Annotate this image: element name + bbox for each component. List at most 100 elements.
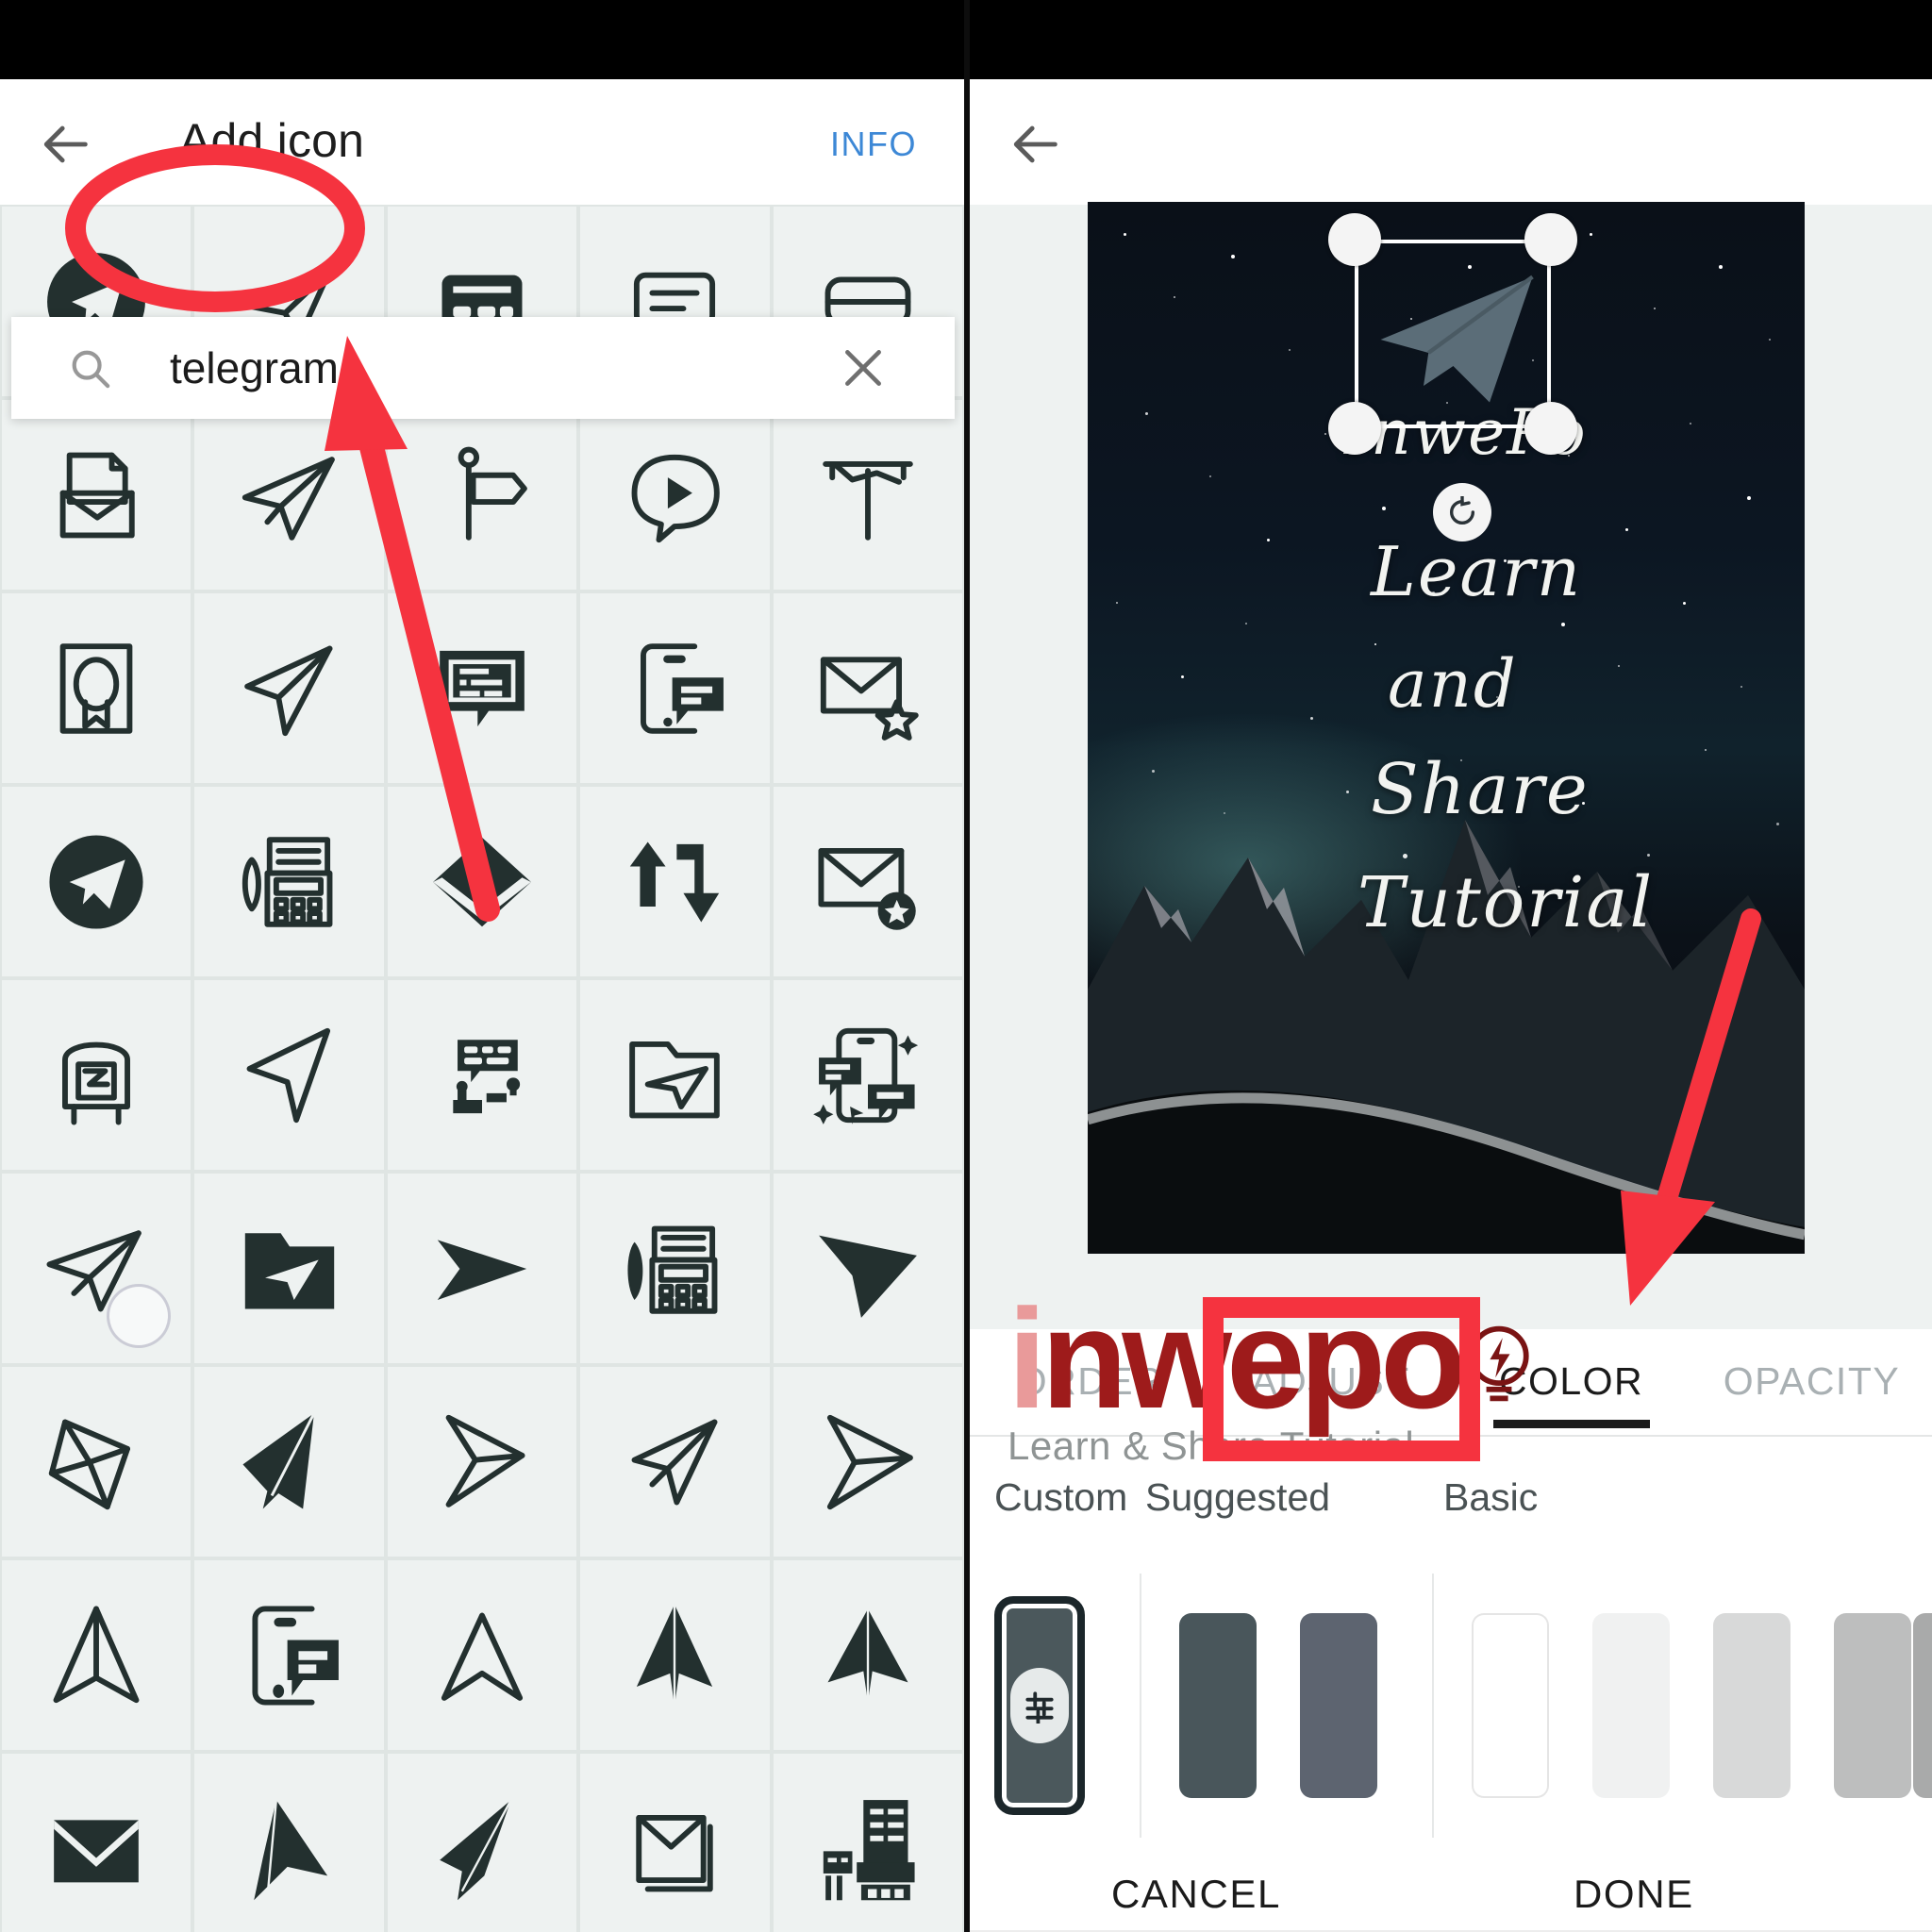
grid-cell[interactable] (387, 1174, 577, 1363)
resize-handle-bottom-left[interactable] (1328, 402, 1381, 455)
swatch-section-labels: Custom Suggested Basic (970, 1475, 1932, 1532)
done-button[interactable]: DONE (1574, 1872, 1694, 1917)
back-arrow-icon[interactable] (1009, 117, 1064, 172)
watermark-brand-initial: i (1008, 1279, 1047, 1438)
grid-cell[interactable] (580, 1174, 770, 1363)
left-appbar: Add icon INFO (0, 79, 964, 205)
grid-cell[interactable] (2, 593, 192, 783)
telegram-circle-dark-icon (49, 834, 143, 929)
grid-cell[interactable] (2, 1754, 192, 1932)
magnifier-icon (68, 346, 111, 390)
grid-cell[interactable] (580, 400, 770, 590)
grid-cell[interactable] (773, 1367, 962, 1557)
grid-cell[interactable] (387, 1560, 577, 1750)
suggested-swatch-1[interactable] (1179, 1613, 1257, 1798)
grid-cell[interactable] (773, 1174, 962, 1363)
basic-swatch-5[interactable] (1913, 1613, 1932, 1798)
resize-handle-bottom-right[interactable] (1524, 402, 1577, 455)
right-appbar (970, 79, 1932, 205)
grid-cell[interactable] (194, 980, 384, 1170)
grid-cell[interactable] (387, 400, 577, 590)
grid-cell[interactable] (773, 1560, 962, 1750)
grid-cell[interactable] (2, 400, 192, 590)
info-button[interactable]: INFO (830, 125, 917, 164)
basic-swatch-4[interactable] (1834, 1613, 1911, 1798)
grid-cell[interactable] (580, 1754, 770, 1932)
grid-cell[interactable] (194, 1754, 384, 1932)
grid-cell[interactable] (2, 1367, 192, 1557)
color-swatches (970, 1570, 1932, 1843)
grid-cell[interactable] (580, 980, 770, 1170)
printer-doc-icon (823, 1799, 915, 1900)
resize-handle-top-right[interactable] (1524, 213, 1577, 266)
rotate-handle[interactable] (1433, 483, 1491, 541)
cursor-arrow-outline-icon (246, 1027, 330, 1123)
grid-cell[interactable] (194, 1560, 384, 1750)
chat-window-dark-icon (440, 650, 525, 726)
send-arrow-outline-icon (243, 645, 333, 736)
sliders-icon (1010, 1668, 1069, 1743)
document-envelope-icon (59, 452, 135, 538)
grid-cell[interactable] (194, 400, 384, 590)
grid-cell[interactable] (580, 787, 770, 976)
left-panel-add-icon: Add icon INFO telegram (0, 79, 964, 1932)
paper-plane-thin-icon (242, 456, 335, 541)
selection-box (1355, 240, 1551, 428)
label-basic: Basic (1443, 1475, 1539, 1519)
grid-cell[interactable] (580, 1367, 770, 1557)
basic-swatch-2[interactable] (1592, 1613, 1670, 1798)
grid-cell[interactable] (773, 400, 962, 590)
tab-opacity[interactable]: OPACITY (1691, 1359, 1932, 1404)
signpost-flag-icon (458, 446, 527, 541)
mobile-chat-sparkle-icon (812, 1027, 918, 1124)
watermark-brand: inwepo (1008, 1288, 1467, 1429)
grid-cell[interactable] (194, 1174, 384, 1363)
editor-stage: InwePo Learn and Share Tutorial inwepo L… (970, 202, 1932, 1468)
folder-plane-dark-icon (244, 1232, 334, 1308)
basic-swatch-1[interactable] (1472, 1613, 1549, 1798)
grid-cell[interactable] (387, 980, 577, 1170)
resize-handle-top-left[interactable] (1328, 213, 1381, 266)
custom-color-picker[interactable] (994, 1596, 1085, 1815)
grid-cell[interactable] (387, 1754, 577, 1932)
watermark: inwepo Learn & Share Tutorial (1008, 1288, 1529, 1469)
grid-cell[interactable] (773, 980, 962, 1170)
mail-stack-outline-icon (636, 1814, 714, 1891)
dialog-footer: CANCEL DONE (970, 1853, 1932, 1932)
basic-swatch-3[interactable] (1713, 1613, 1790, 1798)
plane-filled-left-icon (242, 1411, 315, 1509)
page-title: Add icon (179, 114, 365, 167)
grid-cell[interactable] (580, 593, 770, 783)
navigation-arrow-outline-icon (53, 1605, 140, 1703)
grid-cell[interactable] (2, 1560, 192, 1750)
grid-cell[interactable] (194, 1367, 384, 1557)
grid-cell[interactable] (773, 1754, 962, 1932)
plane-wire-icon (631, 1419, 718, 1505)
icon-grid (0, 205, 964, 1932)
grid-cell[interactable] (2, 980, 192, 1170)
arrow-outline-right-icon (826, 1414, 913, 1509)
right-panel-editor: InwePo Learn and Share Tutorial inwepo L… (970, 79, 1932, 1932)
back-arrow-icon[interactable] (40, 117, 94, 172)
overlay-text-line-3: and (1388, 645, 1518, 723)
plane-solid-large-icon (818, 1235, 917, 1318)
fax-machine-icon (242, 836, 333, 927)
grid-cell[interactable] (387, 787, 577, 976)
grid-cell[interactable] (773, 593, 962, 783)
grid-cell[interactable] (387, 593, 577, 783)
suggested-swatch-2[interactable] (1300, 1613, 1377, 1798)
photo-canvas[interactable]: InwePo Learn and Share Tutorial (1088, 202, 1805, 1254)
grid-cell[interactable] (387, 1367, 577, 1557)
search-bar[interactable]: telegram (11, 317, 955, 419)
grid-cell[interactable] (773, 787, 962, 976)
cancel-button[interactable]: CANCEL (1111, 1872, 1281, 1917)
plane-dark-icon (827, 1607, 908, 1703)
grid-cell[interactable] (194, 787, 384, 976)
grid-cell[interactable] (2, 787, 192, 976)
grid-cell[interactable] (580, 1560, 770, 1750)
search-input[interactable]: telegram (170, 342, 339, 393)
antenna-icon (822, 460, 913, 541)
grid-cell[interactable] (194, 593, 384, 783)
plane-solid-left-icon (440, 1799, 512, 1900)
close-x-icon[interactable] (840, 344, 887, 391)
